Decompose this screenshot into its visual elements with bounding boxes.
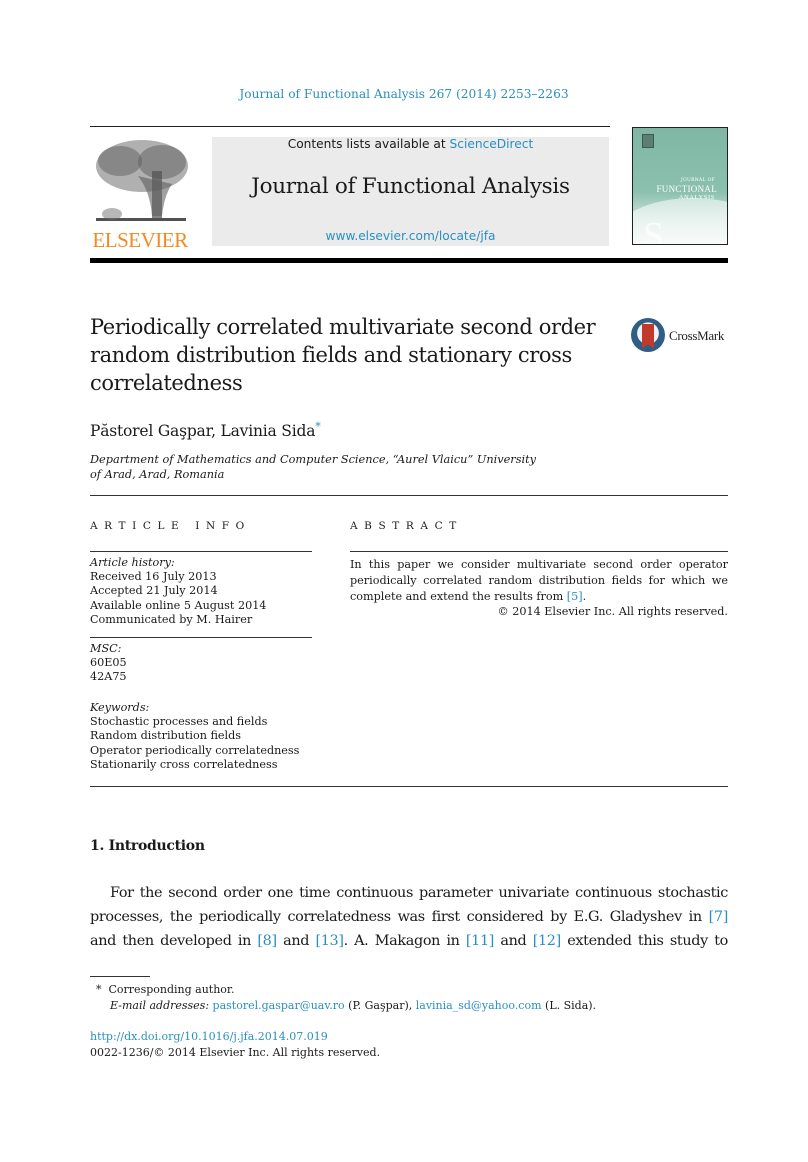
- email-owner: (P. Gaşpar),: [344, 999, 416, 1012]
- journal-url-link[interactable]: www.elsevier.com/locate/jfa: [212, 229, 609, 243]
- elsevier-wordmark[interactable]: ELSEVIER: [90, 228, 190, 253]
- keywords-label: Keywords:: [90, 701, 150, 714]
- keyword: Stochastic processes and fields: [90, 715, 268, 729]
- journal-cover-thumbnail[interactable]: JOURNAL OF FUNCTIONAL ANALYSIS S: [632, 127, 728, 245]
- abstract-divider: [350, 551, 728, 552]
- email-link[interactable]: lavinia_sd@yahoo.com: [416, 999, 542, 1012]
- cover-glyph: S: [643, 215, 665, 245]
- article-info-heading: ARTICLE INFO: [90, 520, 251, 532]
- paragraph-text: and then developed in: [90, 933, 258, 949]
- divider: [90, 786, 728, 787]
- footnote-mark: *: [96, 983, 102, 996]
- author-list: Păstorel Gaşpar, Lavinia Sida*: [90, 420, 321, 440]
- crossmark-button[interactable]: CrossMark: [631, 318, 731, 354]
- affiliation-line-1: Department of Mathematics and Computer S…: [90, 453, 537, 466]
- footnote-corresponding: * Corresponding author.: [96, 982, 234, 998]
- article-title: Periodically correlated multivariate sec…: [90, 315, 596, 395]
- section-heading: 1. Introduction: [90, 838, 205, 854]
- email-owner: (L. Sida).: [541, 999, 597, 1012]
- email-label: E-mail addresses:: [110, 999, 210, 1012]
- keywords: Keywords: Stochastic processes and field…: [90, 701, 299, 772]
- paragraph-text: extended this study to: [560, 933, 728, 949]
- contents-line: Contents lists available at ScienceDirec…: [212, 137, 609, 151]
- abstract-heading: ABSTRACT: [350, 520, 463, 532]
- msc-classification: MSC: 60E05 42A75: [90, 642, 127, 685]
- sciencedirect-link[interactable]: ScienceDirect: [450, 137, 534, 151]
- paragraph-text: . A. Makagon in: [343, 933, 466, 949]
- footnote-rule: [90, 976, 150, 977]
- history-item: Available online 5 August 2014: [90, 598, 267, 612]
- keyword: Random distribution fields: [90, 729, 242, 743]
- corresponding-author-mark[interactable]: *: [315, 420, 321, 433]
- contents-prefix: Contents lists available at: [287, 137, 450, 151]
- abstract-text-end: .: [582, 590, 587, 603]
- crossmark-label: CrossMark: [669, 328, 725, 343]
- citation-link[interactable]: [12]: [533, 933, 561, 949]
- citation-link[interactable]: [5]: [567, 590, 583, 603]
- doi-link[interactable]: http://dx.doi.org/10.1016/j.jfa.2014.07.…: [90, 1030, 328, 1043]
- citation-link[interactable]: [11]: [466, 933, 494, 949]
- keyword: Operator periodically correlatedness: [90, 743, 300, 757]
- cover-line-2: FUNCTIONAL: [656, 184, 717, 194]
- abstract-copyright: © 2014 Elsevier Inc. All rights reserved…: [497, 605, 728, 618]
- paragraph-text: and: [494, 933, 533, 949]
- history-label: Article history:: [90, 556, 175, 569]
- footnote-text: Corresponding author.: [108, 983, 235, 996]
- affiliation: Department of Mathematics and Computer S…: [90, 452, 590, 482]
- divider: [90, 495, 728, 496]
- msc-label: MSC:: [90, 642, 122, 655]
- keyword: Stationarily cross correlatedness: [90, 757, 278, 771]
- crossmark-ribbon-icon: [642, 324, 654, 349]
- article-history: Article history: Received 16 July 2013 A…: [90, 556, 266, 627]
- paragraph-line: processes, the periodically correlatedne…: [90, 905, 728, 929]
- running-head[interactable]: Journal of Functional Analysis 267 (2014…: [0, 87, 808, 101]
- article-info-divider: [90, 551, 312, 552]
- email-link[interactable]: pastorel.gaspar@uav.ro: [213, 999, 345, 1012]
- paragraph-text: processes, the periodically correlatedne…: [90, 909, 709, 925]
- citation-link[interactable]: [7]: [709, 909, 729, 925]
- abstract-text: In this paper we consider multivariate s…: [350, 558, 728, 603]
- cover-emblem-icon: [642, 134, 654, 148]
- paragraph-text: For the second order one time continuous…: [110, 885, 728, 901]
- top-rule: [90, 126, 610, 127]
- msc-code: 42A75: [90, 670, 127, 684]
- history-item: Communicated by M. Hairer: [90, 612, 253, 626]
- history-item: Received 16 July 2013: [90, 570, 217, 584]
- issn-copyright: 0022-1236/© 2014 Elsevier Inc. All right…: [90, 1046, 381, 1059]
- journal-title: Journal of Functional Analysis: [251, 174, 570, 199]
- affiliation-line-2: of Arad, Arad, Romania: [90, 468, 225, 481]
- msc-code: 60E05: [90, 656, 127, 670]
- cover-line-1: JOURNAL OF: [680, 178, 715, 183]
- history-item: Accepted 21 July 2014: [90, 584, 218, 598]
- introduction-body: For the second order one time continuous…: [90, 881, 728, 953]
- article-info-divider-2: [90, 637, 312, 638]
- abstract-body: In this paper we consider multivariate s…: [350, 557, 728, 605]
- paragraph-line: For the second order one time continuous…: [90, 881, 728, 905]
- paragraph-line: and then developed in [8] and [13]. A. M…: [90, 929, 728, 953]
- citation-link[interactable]: [13]: [315, 933, 343, 949]
- cover-line-3: ANALYSIS: [678, 194, 715, 201]
- footnote-emails: E-mail addresses: pastorel.gaspar@uav.ro…: [110, 998, 596, 1014]
- author-names: Păstorel Gaşpar, Lavinia Sida: [90, 422, 316, 441]
- paragraph-text: and: [276, 933, 316, 949]
- citation-link[interactable]: [8]: [257, 933, 277, 949]
- masthead-thick-rule: [90, 258, 728, 263]
